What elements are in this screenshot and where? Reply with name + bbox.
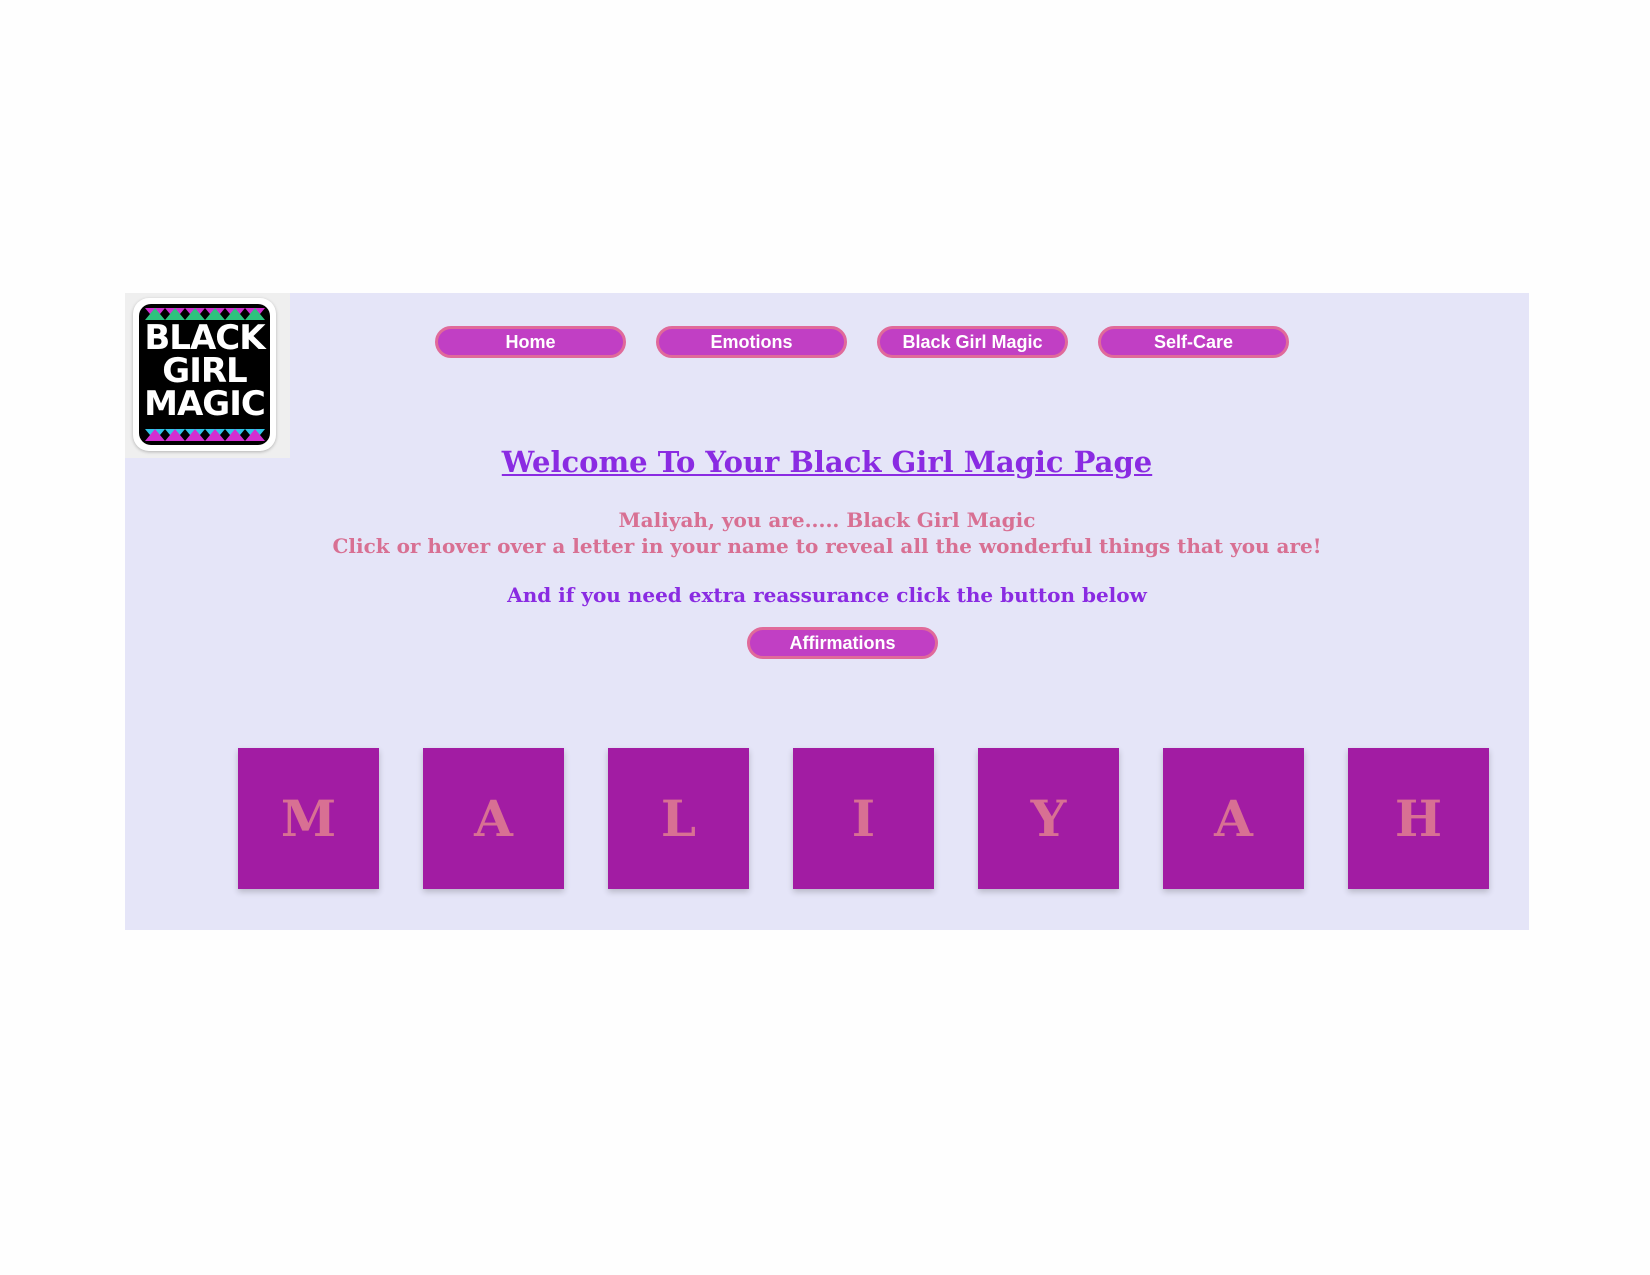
logo-zigzag-bottom — [145, 429, 265, 441]
letter-tile-i[interactable]: I — [793, 748, 934, 889]
letter-tile-l[interactable]: L — [608, 748, 749, 889]
intro-line: Maliyah, you are..... Black Girl Magic — [618, 508, 1036, 532]
letter-tile-h[interactable]: H — [1348, 748, 1489, 889]
letter-tile-a[interactable]: A — [423, 748, 564, 889]
name-letter-tiles: M A L I Y A H — [238, 748, 1489, 889]
letter-tile-y[interactable]: Y — [978, 748, 1119, 889]
logo-sticker: BLACK GIRL MAGIC — [133, 298, 276, 451]
logo-inner: BLACK GIRL MAGIC — [139, 304, 270, 445]
logo-word-black: BLACK — [144, 318, 265, 358]
logo-word-girl: GIRL — [162, 351, 247, 391]
nav-black-girl-magic-button[interactable]: Black Girl Magic — [877, 326, 1068, 358]
nav-emotions-button[interactable]: Emotions — [656, 326, 847, 358]
black-girl-magic-logo: BLACK GIRL MAGIC — [125, 293, 290, 458]
affirmations-button[interactable]: Affirmations — [747, 627, 938, 659]
affirmations-wrapper: Affirmations — [747, 627, 938, 659]
letter-tile-m[interactable]: M — [238, 748, 379, 889]
main-nav: Home Emotions Black Girl Magic Self-Care — [435, 326, 1289, 358]
instruction-line: Click or hover over a letter in your nam… — [332, 534, 1322, 558]
logo-word-magic: MAGIC — [144, 384, 266, 424]
reassurance-line: And if you need extra reassurance click … — [507, 583, 1147, 607]
letter-tile-a-second[interactable]: A — [1163, 748, 1304, 889]
nav-home-button[interactable]: Home — [435, 326, 626, 358]
nav-self-care-button[interactable]: Self-Care — [1098, 326, 1289, 358]
page-panel: BLACK GIRL MAGIC Home Emotions Black Gir… — [125, 293, 1529, 930]
page-title: Welcome To Your Black Girl Magic Page — [501, 445, 1153, 479]
